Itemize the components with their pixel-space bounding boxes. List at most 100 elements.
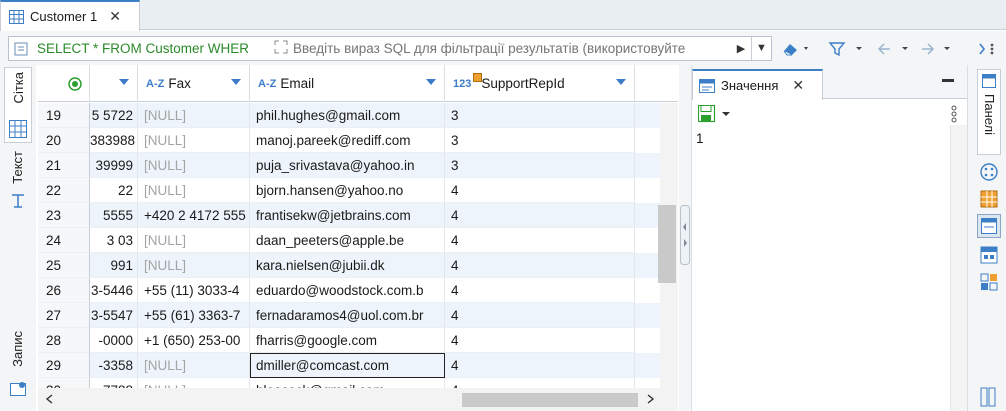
table-row[interactable]: 23 5555 +420 2 4172 555 frantisekw@jetbrain… bbox=[38, 203, 660, 228]
sort-icon[interactable] bbox=[231, 79, 241, 85]
cell-supportrepid[interactable]: 4 bbox=[445, 253, 635, 278]
row-number[interactable]: 20 bbox=[38, 128, 90, 153]
vtab-text[interactable]: Текст bbox=[4, 147, 32, 209]
cell-email[interactable]: fernadaramos4@uol.com.br bbox=[250, 303, 445, 328]
cell-supportrepid[interactable]: 3 bbox=[445, 103, 635, 128]
row-number[interactable]: 21 bbox=[38, 153, 90, 178]
cell-supportrepid[interactable]: 3 bbox=[445, 128, 635, 153]
table-row[interactable]: 21 39999 [NULL] puja_srivastava@yahoo.in 3 bbox=[38, 153, 660, 178]
cell-fax[interactable]: [NULL] bbox=[138, 153, 250, 178]
save-icon[interactable] bbox=[698, 105, 732, 123]
cell-fax[interactable]: [NULL] bbox=[138, 228, 250, 253]
tab-customer[interactable]: Customer 1 ✕ bbox=[0, 0, 140, 31]
cell-email[interactable]: phil.hughes@gmail.com bbox=[250, 103, 445, 128]
arrow-right-icon[interactable] bbox=[920, 40, 960, 58]
cell-phone[interactable]: 991 bbox=[90, 253, 138, 278]
vtab-grid[interactable]: Сітка bbox=[4, 67, 32, 143]
grouping-icon[interactable] bbox=[980, 246, 998, 264]
cell-fax[interactable]: +55 (11) 3033-4 bbox=[138, 278, 250, 303]
apply-filter-button[interactable]: ▶ bbox=[731, 42, 751, 55]
vertical-scroll-thumb[interactable] bbox=[658, 205, 676, 283]
cell-fax[interactable]: +1 (650) 253-00 bbox=[138, 328, 250, 353]
cell-supportrepid[interactable]: 4 bbox=[445, 228, 635, 253]
close-icon[interactable]: ✕ bbox=[109, 8, 121, 25]
column-header-fax[interactable]: A-Z Fax bbox=[138, 65, 250, 102]
tab-value[interactable]: Значення ✕ bbox=[692, 69, 823, 100]
scroll-right-icon[interactable] bbox=[644, 393, 656, 405]
references-icon[interactable] bbox=[980, 273, 998, 291]
column-header-phone[interactable] bbox=[90, 65, 138, 102]
table-row[interactable]: 27 3-5547 +55 (61) 3363-7 fernadaramos4@uol… bbox=[38, 303, 660, 328]
table-row[interactable]: 24 3 03 [NULL] daan_peeters@apple.be 4 bbox=[38, 228, 660, 253]
cell-email[interactable]: kara.nielsen@jubii.dk bbox=[250, 253, 445, 278]
table-row[interactable]: 26 3-5446 +55 (11) 3033-4 eduardo@woodstock… bbox=[38, 278, 660, 303]
row-number[interactable]: 24 bbox=[38, 228, 90, 253]
cell-supportrepid[interactable]: 4 bbox=[445, 278, 635, 303]
table-row[interactable]: 29 -3358 [NULL] dmiller@comcast.com 4 bbox=[38, 353, 660, 378]
cell-fax[interactable]: [NULL] bbox=[138, 103, 250, 128]
expand-icon[interactable] bbox=[269, 40, 293, 57]
cell-email[interactable]: puja_srivastava@yahoo.in bbox=[250, 153, 445, 178]
cell-phone[interactable]: 22 bbox=[90, 178, 138, 203]
sort-icon[interactable] bbox=[616, 79, 626, 85]
table-row[interactable]: 25 991 [NULL] kara.nielsen@jubii.dk 4 bbox=[38, 253, 660, 278]
value-viewer-toggle[interactable] bbox=[977, 214, 1001, 238]
close-icon[interactable]: ✕ bbox=[792, 77, 804, 94]
cell-fax[interactable]: [NULL] bbox=[138, 353, 250, 378]
collapse-icon[interactable] bbox=[680, 205, 690, 265]
sort-icon[interactable] bbox=[119, 79, 129, 85]
row-number[interactable]: 28 bbox=[38, 328, 90, 353]
row-number[interactable]: 19 bbox=[38, 103, 90, 128]
gear-icon[interactable] bbox=[972, 40, 1000, 58]
cell-email[interactable]: manoj.pareek@rediff.com bbox=[250, 128, 445, 153]
cell-phone[interactable]: 5555 bbox=[90, 203, 138, 228]
filter-history-button[interactable]: ▼ bbox=[751, 37, 771, 60]
panel-splitter[interactable] bbox=[679, 65, 691, 411]
cell-phone[interactable]: 383988 bbox=[90, 128, 138, 153]
row-number[interactable]: 25 bbox=[38, 253, 90, 278]
row-number[interactable]: 27 bbox=[38, 303, 90, 328]
cell-fax[interactable]: [NULL] bbox=[138, 128, 250, 153]
column-header-supportrepid[interactable]: 123 SupportRepId bbox=[445, 65, 635, 102]
sql-query-text[interactable]: SELECT * FROM Customer WHER bbox=[31, 41, 269, 56]
layout-icon[interactable] bbox=[980, 387, 996, 407]
cell-phone[interactable]: 39999 bbox=[90, 153, 138, 178]
row-number-header[interactable] bbox=[38, 65, 90, 102]
cell-email[interactable]: bjorn.hansen@yahoo.no bbox=[250, 178, 445, 203]
eraser-icon[interactable] bbox=[782, 40, 812, 58]
row-number[interactable]: 29 bbox=[38, 353, 90, 378]
cell-phone[interactable]: 5 5722 bbox=[90, 103, 138, 128]
cell-phone[interactable]: 3-5547 bbox=[90, 303, 138, 328]
panels-toggle[interactable]: Панелі bbox=[977, 69, 1001, 155]
value-panel-scrollbar[interactable] bbox=[950, 125, 968, 411]
cell-phone[interactable]: 3-5446 bbox=[90, 278, 138, 303]
cell-fax[interactable]: [NULL] bbox=[138, 178, 250, 203]
vtab-record[interactable]: Запис bbox=[4, 331, 32, 411]
cell-supportrepid[interactable]: 4 bbox=[445, 353, 635, 378]
table-row[interactable]: 28 -0000 +1 (650) 253-00 fharris@google.com… bbox=[38, 328, 660, 353]
cell-phone[interactable]: -0000 bbox=[90, 328, 138, 353]
cell-fax[interactable]: [NULL] bbox=[138, 253, 250, 278]
filter-icon[interactable] bbox=[828, 40, 866, 58]
cell-supportrepid[interactable]: 4 bbox=[445, 203, 635, 228]
cell-email[interactable]: fharris@google.com bbox=[250, 328, 445, 353]
value-text[interactable]: 1 bbox=[696, 131, 704, 146]
cell-supportrepid[interactable]: 4 bbox=[445, 328, 635, 353]
cell-email[interactable]: frantisekw@jetbrains.com bbox=[250, 203, 445, 228]
row-number[interactable]: 22 bbox=[38, 178, 90, 203]
cell-email[interactable]: dmiller@comcast.com bbox=[250, 353, 445, 378]
sort-icon[interactable] bbox=[426, 79, 436, 85]
cell-supportrepid[interactable]: 4 bbox=[445, 303, 635, 328]
cell-phone[interactable]: 3 03 bbox=[90, 228, 138, 253]
cell-phone[interactable]: -3358 bbox=[90, 353, 138, 378]
row-number[interactable]: 26 bbox=[38, 278, 90, 303]
table-row[interactable]: 19 5 5722 [NULL] phil.hughes@gmail.com 3 bbox=[38, 103, 660, 128]
metadata-icon[interactable] bbox=[980, 163, 998, 181]
table-row[interactable]: 20 383988 [NULL] manoj.pareek@rediff.com 3 bbox=[38, 128, 660, 153]
table-row[interactable]: 22 22 [NULL] bjorn.hansen@yahoo.no 4 bbox=[38, 178, 660, 203]
arrow-left-icon[interactable] bbox=[876, 40, 914, 58]
horizontal-scroll-thumb[interactable] bbox=[462, 393, 638, 407]
cell-fax[interactable]: +420 2 4172 555 bbox=[138, 203, 250, 228]
calculator-icon[interactable] bbox=[980, 190, 998, 208]
cell-fax[interactable]: +55 (61) 3363-7 bbox=[138, 303, 250, 328]
